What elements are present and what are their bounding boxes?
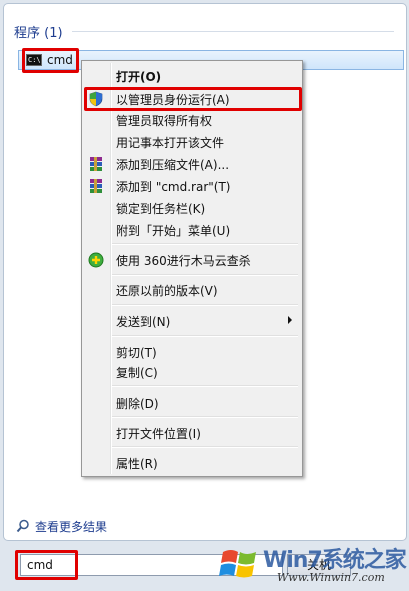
menu-item-add-to-archive[interactable]: 添加到压缩文件(A)...	[84, 153, 300, 174]
menu-item-label: 锁定到任务栏(K)	[116, 202, 206, 216]
menu-item-label: 管理员取得所有权	[116, 114, 213, 128]
menu-item-cut[interactable]: 剪切(T)	[84, 341, 300, 362]
section-divider	[72, 31, 394, 32]
menu-item-restore-previous-versions[interactable]: 还原以前的版本(V)	[84, 279, 300, 300]
menu-separator	[112, 385, 298, 387]
submenu-arrow-icon	[288, 316, 292, 324]
menu-item-label: 附到「开始」菜单(U)	[116, 224, 231, 238]
menu-item-label: 剪切(T)	[116, 346, 157, 360]
menu-item-open-file-location[interactable]: 打开文件位置(I)	[84, 422, 300, 443]
menu-item-label: 属性(R)	[116, 457, 158, 471]
watermark-logo: Win7系统之家 Www.Winwin7.com	[217, 540, 407, 590]
search-icon	[16, 519, 29, 533]
menu-item-properties[interactable]: 属性(R)	[84, 452, 300, 473]
menu-item-add-to-cmd-rar[interactable]: 添加到 "cmd.rar"(T)	[84, 175, 300, 196]
menu-item-label: 打开文件位置(I)	[116, 427, 201, 441]
menu-item-label: 用记事本打开该文件	[116, 136, 225, 150]
windows-logo-icon	[219, 550, 256, 578]
menu-item-label: 添加到 "cmd.rar"(T)	[116, 180, 231, 194]
menu-item-copy[interactable]: 复制(C)	[84, 361, 300, 382]
menu-item-label: 删除(D)	[116, 397, 159, 411]
highlight-box-run-as-admin	[84, 87, 302, 111]
menu-separator	[112, 446, 298, 448]
menu-separator	[112, 304, 298, 306]
menu-separator	[112, 243, 298, 245]
menu-separator	[112, 274, 298, 276]
highlight-box-search	[15, 550, 78, 580]
menu-item-label: 发送到(N)	[116, 315, 171, 329]
winrar-icon	[90, 179, 102, 193]
watermark-url: Www.Winwin7.com	[277, 571, 385, 584]
menu-item-delete[interactable]: 删除(D)	[84, 392, 300, 413]
menu-item-label: 使用 360进行木马云查杀	[116, 254, 251, 268]
winrar-icon	[90, 157, 102, 171]
360-plus-icon	[88, 252, 104, 268]
menu-separator	[112, 335, 298, 337]
context-menu: 打开(O) 以管理员身份运行(A) 管理员取得所有权 用记事本打开该文件 添加到…	[81, 60, 303, 477]
menu-item-open-with-notepad[interactable]: 用记事本打开该文件	[84, 131, 300, 152]
menu-item-pin-to-start[interactable]: 附到「开始」菜单(U)	[84, 219, 300, 240]
menu-item-open[interactable]: 打开(O)	[84, 65, 300, 86]
menu-item-take-ownership[interactable]: 管理员取得所有权	[84, 109, 300, 130]
menu-item-label: 还原以前的版本(V)	[116, 284, 218, 298]
see-more-results-label: 查看更多结果	[35, 520, 108, 534]
highlight-box-result	[22, 48, 79, 73]
menu-item-360-scan[interactable]: 使用 360进行木马云查杀	[84, 249, 300, 270]
menu-item-label: 添加到压缩文件(A)...	[116, 158, 230, 172]
programs-section-title: 程序 (1)	[14, 26, 63, 41]
watermark-brand: Win7系统之家	[263, 548, 407, 573]
menu-item-send-to[interactable]: 发送到(N)	[84, 310, 300, 331]
menu-separator	[112, 416, 298, 418]
menu-item-pin-to-taskbar[interactable]: 锁定到任务栏(K)	[84, 197, 300, 218]
menu-item-label: 打开(O)	[116, 70, 162, 84]
menu-item-label: 复制(C)	[116, 366, 158, 380]
